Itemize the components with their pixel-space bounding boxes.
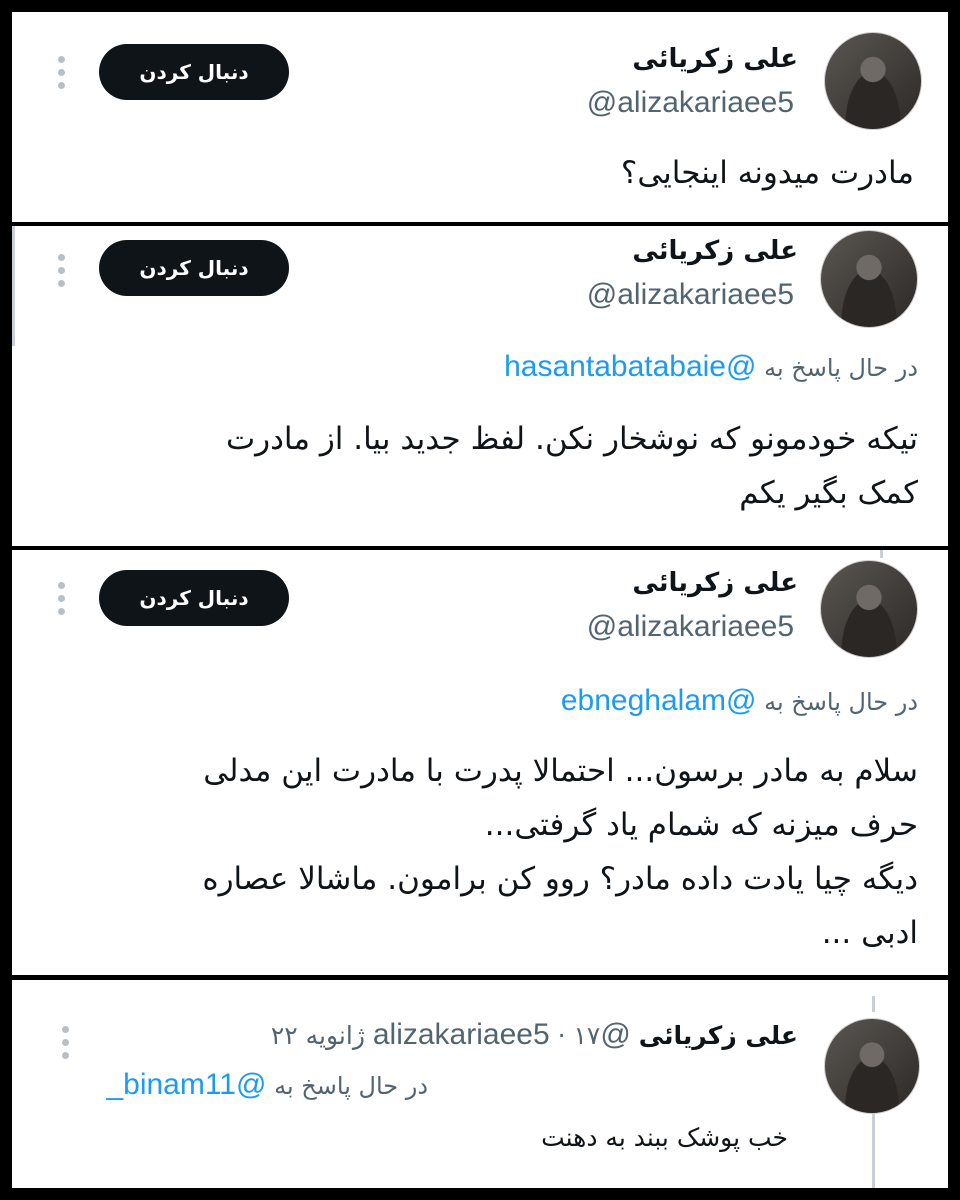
replying-prefix: در حال پاسخ به bbox=[274, 1072, 428, 1100]
more-vertical-icon[interactable] bbox=[58, 56, 66, 89]
more-vertical-icon[interactable] bbox=[58, 254, 66, 287]
avatar[interactable] bbox=[820, 230, 918, 328]
follow-button[interactable]: دنبال کردن bbox=[99, 44, 289, 100]
replying-to: در حال پاسخ به @binam11_ bbox=[106, 1068, 428, 1102]
tweet-text: تیکه خودمونو که نوشخار نکن. لفظ جدید بیا… bbox=[225, 421, 918, 511]
replying-prefix: در حال پاسخ به bbox=[764, 688, 918, 716]
avatar[interactable] bbox=[820, 560, 918, 658]
author-handle[interactable]: @alizakariaee5 bbox=[587, 278, 794, 312]
tweet-card: علی زکریائی @alizakariaee5 دنبال کردن در… bbox=[12, 226, 948, 546]
author-name[interactable]: علی زکریائی bbox=[639, 1021, 798, 1050]
tweet-text: مادرت میدونه اینجایی؟ bbox=[620, 155, 914, 191]
replying-to: در حال پاسخ به @ebneghalam bbox=[561, 684, 918, 718]
tweet-card: علی زکریائی @alizakariaee5 دنبال کردن ما… bbox=[12, 12, 948, 222]
author-name[interactable]: علی زکریائی bbox=[632, 44, 798, 74]
thread-line bbox=[872, 1108, 875, 1188]
author-handle[interactable]: @alizakariaee5 bbox=[587, 610, 794, 644]
thread-line bbox=[880, 550, 883, 558]
author-name[interactable]: علی زکریائی bbox=[632, 236, 798, 266]
thread-line bbox=[12, 226, 15, 346]
more-vertical-icon[interactable] bbox=[58, 582, 66, 615]
author-handle[interactable]: @alizakariaee5 bbox=[587, 86, 794, 120]
follow-button[interactable]: دنبال کردن bbox=[99, 570, 289, 626]
tweet-card: علی زکریائی @alizakariaee5 دنبال کردن در… bbox=[12, 550, 948, 975]
more-vertical-icon[interactable] bbox=[62, 1026, 70, 1059]
avatar[interactable] bbox=[824, 1018, 920, 1114]
replying-mention-link[interactable]: @ebneghalam bbox=[561, 684, 757, 717]
replying-prefix: در حال پاسخ به bbox=[764, 354, 918, 382]
tweet-card: علی زکریائی @alizakariaee5 · ۱۷ ژانویه ۲… bbox=[12, 980, 948, 1188]
avatar[interactable] bbox=[824, 32, 922, 130]
tweet-text: خب پوشک ببند به دهنت bbox=[541, 1123, 788, 1152]
replying-mention-link[interactable]: @binam11_ bbox=[106, 1068, 266, 1101]
tweet-meta: علی زکریائی @alizakariaee5 · ۱۷ ژانویه ۲… bbox=[271, 1018, 798, 1052]
author-name[interactable]: علی زکریائی bbox=[632, 568, 798, 598]
thread-line bbox=[872, 996, 875, 1012]
tweet-text: سلام به مادر برسون... احتمالا پدرت با ما… bbox=[202, 753, 918, 951]
follow-button[interactable]: دنبال کردن bbox=[99, 240, 289, 296]
replying-mention-link[interactable]: @hasantabatabaie bbox=[504, 350, 756, 383]
meta-separator: · bbox=[557, 1021, 566, 1050]
replying-to: در حال پاسخ به @hasantabatabaie bbox=[504, 350, 918, 384]
